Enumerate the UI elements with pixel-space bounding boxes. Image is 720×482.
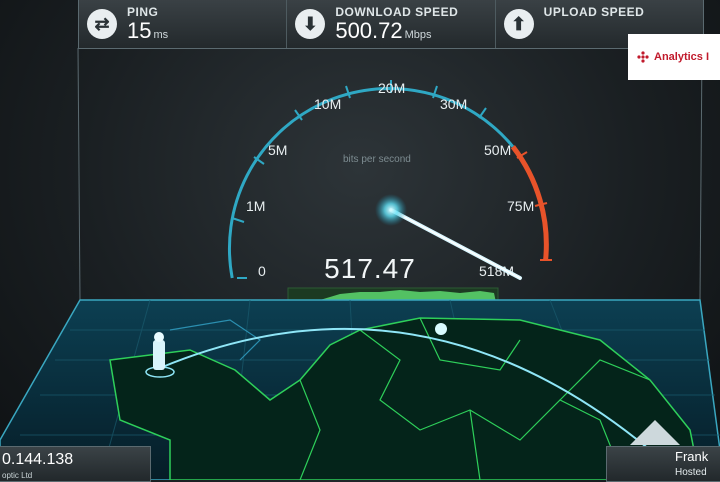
- logo-dots-icon: [637, 51, 649, 63]
- speed-gauge: 0 1M 5M 10M 20M 30M 50M 75M 518M bits pe…: [0, 47, 720, 480]
- transfer-dot: [435, 323, 447, 335]
- ping-value: 15: [127, 18, 152, 43]
- client-ip: 0.144.138: [2, 451, 74, 468]
- swap-arrows-icon: ⇄: [87, 9, 117, 39]
- server-note: Hosted: [675, 467, 707, 478]
- units-subtitle: bits per second: [343, 154, 411, 165]
- gauge-arc: [227, 87, 515, 279]
- brand-logo: Analytics I: [628, 34, 720, 80]
- arrow-down-icon: ⬇: [295, 9, 326, 39]
- tick-label-20m: 20M: [378, 80, 405, 96]
- client-isp: optic Ltd: [2, 471, 33, 480]
- logo-text: Analytics I: [654, 51, 710, 63]
- server-city: Frank: [675, 449, 709, 464]
- upload-label: UPLOAD SPEED: [543, 5, 645, 19]
- ping-label: PING: [127, 5, 159, 19]
- ping-unit: ms: [153, 29, 169, 41]
- client-info-box: 0.144.138 optic Ltd: [0, 446, 151, 482]
- tick-label-0: 0: [258, 263, 266, 279]
- download-unit: Mbps: [404, 29, 432, 41]
- download-value: 500.72: [335, 18, 403, 43]
- tick-label-1m: 1M: [246, 198, 265, 214]
- stats-bar: ⇄ PING 15 ms ⬇ DOWNLOAD SPEED 500.72 Mbps …: [78, 0, 704, 49]
- current-speed-readout: 517.47: [324, 253, 416, 284]
- tick-label-75m: 75M: [507, 198, 534, 214]
- download-label: DOWNLOAD SPEED: [335, 5, 459, 19]
- ping-stat: ⇄ PING 15 ms: [79, 0, 288, 48]
- arrow-up-icon: ⬆: [503, 9, 534, 39]
- tick-label-30m: 30M: [440, 96, 467, 112]
- server-info-box: Frank Hosted: [606, 446, 720, 482]
- tick-label-5m: 5M: [268, 142, 287, 158]
- tick-label-50m: 50M: [484, 142, 511, 158]
- download-stat: ⬇ DOWNLOAD SPEED 500.72 Mbps: [287, 0, 496, 48]
- tick-label-10m: 10M: [314, 96, 341, 112]
